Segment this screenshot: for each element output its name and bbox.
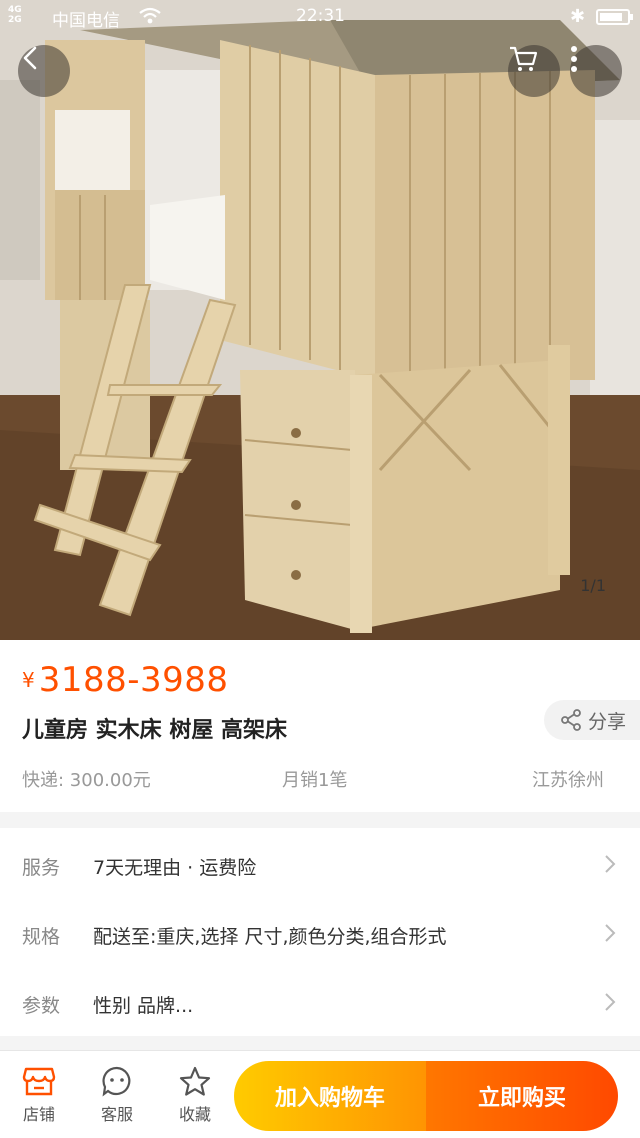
bottom-action-bar: 店铺 客服 收藏 加入购物车 立即购买 bbox=[0, 1050, 640, 1138]
chevron-right-icon bbox=[605, 855, 616, 873]
product-info-card: ¥3188-3988 儿童房 实木床 树屋 高架床 分享 快递: 300.00元… bbox=[0, 640, 640, 812]
network-indicator: 4G 2G bbox=[8, 5, 22, 25]
price-range: 3188-3988 bbox=[38, 660, 229, 700]
battery-level bbox=[600, 13, 622, 21]
back-button[interactable] bbox=[18, 45, 70, 97]
spec-row-options[interactable]: 规格 配送至:重庆,选择 尺寸,颜色分类,组合形式 bbox=[0, 899, 640, 969]
product-detail-page: 4G 2G 中国电信 22:31 ✱ 1/1 ¥ 3188-3988 儿童房 实… bbox=[0, 0, 640, 1138]
share-icon bbox=[561, 709, 581, 731]
store-label: 店铺 bbox=[22, 1105, 55, 1124]
favorite-tab[interactable]: 收藏 bbox=[165, 1065, 225, 1125]
specs-card: 服务 7天无理由 · 运费险 规格 配送至:重庆,选择 尺寸,颜色分类,组合形式… bbox=[0, 828, 640, 1036]
price: ¥3188-3988 bbox=[22, 660, 229, 700]
spec-label: 服务 bbox=[22, 857, 61, 879]
clock: 22:31 bbox=[296, 6, 345, 26]
bluetooth-icon: ✱ bbox=[570, 6, 586, 27]
more-button[interactable] bbox=[570, 45, 622, 97]
buy-now-button[interactable]: 立即购买 bbox=[426, 1061, 618, 1131]
status-bar: 4G 2G 中国电信 22:31 ✱ bbox=[0, 0, 640, 34]
product-title: 儿童房 实木床 树屋 高架床 bbox=[22, 718, 287, 743]
shipping-fee: 快递: 300.00元 bbox=[22, 770, 151, 791]
spec-label: 参数 bbox=[22, 995, 61, 1017]
spec-row-params[interactable]: 参数 性别 品牌... bbox=[0, 968, 640, 1038]
share-label: 分享 bbox=[588, 710, 627, 733]
image-page-indicator: 1/1 bbox=[580, 576, 606, 595]
spec-value: 性别 品牌... bbox=[93, 995, 194, 1017]
star-icon bbox=[179, 1066, 211, 1096]
chevron-right-icon bbox=[605, 993, 616, 1011]
currency-symbol: ¥ bbox=[22, 668, 35, 692]
service-label: 客服 bbox=[100, 1105, 133, 1124]
chat-icon bbox=[102, 1066, 131, 1097]
spec-row-service[interactable]: 服务 7天无理由 · 运费险 bbox=[0, 830, 640, 900]
cart-button[interactable] bbox=[508, 45, 560, 97]
customer-service-tab[interactable]: 客服 bbox=[87, 1065, 147, 1125]
store-tab[interactable]: 店铺 bbox=[9, 1065, 69, 1125]
monthly-sales: 月销1笔 bbox=[282, 770, 348, 791]
product-image[interactable]: 4G 2G 中国电信 22:31 ✱ 1/1 bbox=[0, 0, 640, 640]
back-arrow-icon bbox=[23, 46, 37, 70]
chevron-right-icon bbox=[605, 924, 616, 942]
wifi-icon bbox=[139, 7, 161, 24]
ship-from-location: 江苏徐州 bbox=[532, 770, 604, 791]
carrier-name: 中国电信 bbox=[52, 11, 120, 31]
spec-label: 规格 bbox=[22, 926, 61, 948]
battery-icon bbox=[596, 9, 633, 25]
cart-icon bbox=[510, 46, 538, 71]
add-to-cart-button[interactable]: 加入购物车 bbox=[234, 1061, 426, 1131]
treehouse-bed-illustration bbox=[0, 0, 640, 640]
spec-value: 配送至:重庆,选择 尺寸,颜色分类,组合形式 bbox=[93, 926, 447, 948]
favorite-label: 收藏 bbox=[178, 1105, 211, 1124]
store-icon bbox=[22, 1067, 56, 1096]
share-button[interactable]: 分享 bbox=[544, 700, 640, 740]
more-icon bbox=[571, 46, 577, 72]
spec-value: 7天无理由 · 运费险 bbox=[93, 857, 257, 879]
